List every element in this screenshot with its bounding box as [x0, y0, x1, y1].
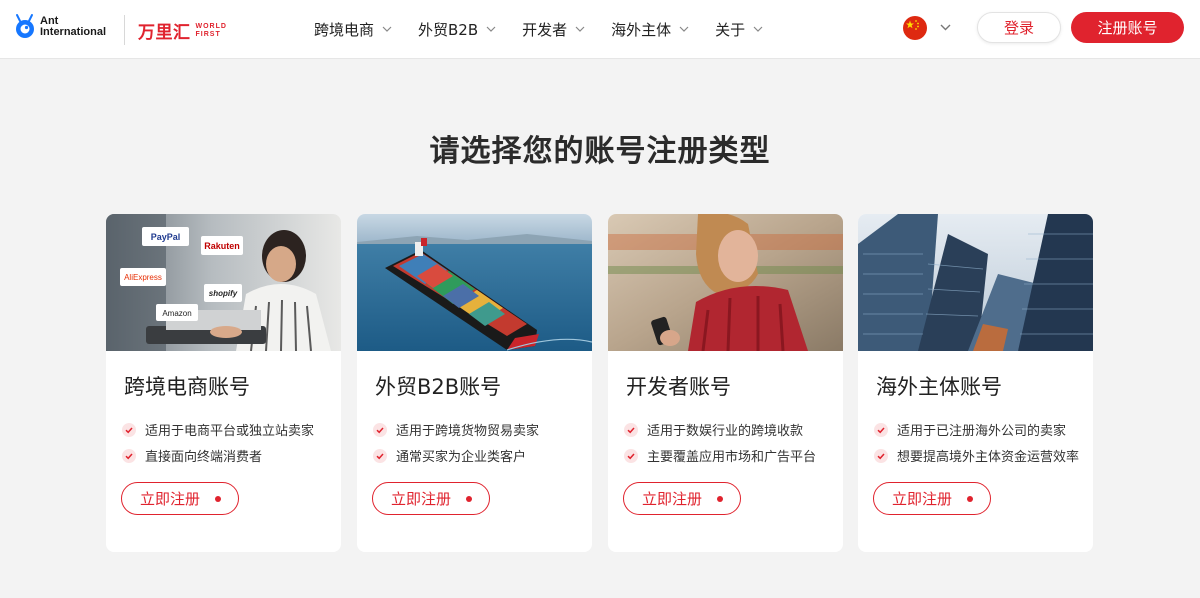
- chevron-down-icon: [679, 26, 689, 32]
- dot-icon: [466, 496, 472, 502]
- feature-item: 直接面向终端消费者: [122, 446, 262, 465]
- chevron-down-icon: [753, 26, 763, 32]
- feature-text: 直接面向终端消费者: [145, 450, 263, 465]
- nav-item-cross-border-ecommerce[interactable]: 跨境电商: [314, 19, 392, 40]
- worldfirst-en-name: WORLD FIRST: [196, 23, 227, 39]
- nav-item-overseas-entity[interactable]: 海外主体: [611, 19, 689, 40]
- logo-rakuten: Rakuten: [204, 241, 240, 251]
- ant-logo-icon: [16, 14, 34, 38]
- register-now-label: 立即注册: [642, 490, 703, 508]
- register-now-button[interactable]: 立即注册: [121, 482, 239, 515]
- ant-logo-line2: International: [40, 26, 107, 38]
- worldfirst-en-line2: FIRST: [195, 30, 221, 38]
- login-button[interactable]: 登录: [977, 12, 1061, 43]
- chevron-down-icon: [575, 26, 585, 32]
- check-icon: [122, 422, 136, 437]
- register-now-button[interactable]: 立即注册: [372, 482, 490, 515]
- chevron-down-icon: [486, 26, 496, 32]
- check-icon: [373, 422, 387, 437]
- check-icon: [624, 422, 638, 437]
- nav-item-label: 海外主体: [611, 20, 672, 39]
- feature-item: 适用于数娱行业的跨境收款: [624, 420, 803, 439]
- dot-icon: [215, 496, 221, 502]
- feature-text: 通常买家为企业类客户: [396, 450, 527, 465]
- feature-text: 适用于电商平台或独立站卖家: [145, 424, 315, 439]
- register-now-label: 立即注册: [140, 490, 201, 508]
- feature-item: 适用于跨境货物贸易卖家: [373, 420, 539, 439]
- register-now-button[interactable]: 立即注册: [623, 482, 741, 515]
- check-icon: [122, 448, 136, 463]
- card-cross-border-ecommerce[interactable]: PayPal Rakuten AliExpress shopify Amazon…: [106, 214, 341, 552]
- check-icon: [874, 448, 888, 463]
- logo-paypal: PayPal: [151, 232, 181, 242]
- cargo-ship-image: [357, 214, 592, 351]
- skyscrapers-image: [858, 214, 1093, 351]
- feature-text: 想要提高境外主体资金运营效率: [897, 450, 1080, 465]
- register-account-button[interactable]: 注册账号: [1071, 12, 1184, 43]
- language-chevron-down-icon[interactable]: [940, 24, 951, 31]
- card-title: 跨境电商账号: [124, 375, 250, 399]
- card-title: 外贸B2B账号: [375, 375, 502, 399]
- nav-item-about[interactable]: 关于: [715, 19, 763, 40]
- nav-item-label: 外贸B2B: [418, 20, 479, 39]
- check-icon: [874, 422, 888, 437]
- check-icon: [373, 448, 387, 463]
- nav-item-label: 跨境电商: [314, 20, 375, 39]
- register-now-label: 立即注册: [391, 490, 452, 508]
- card-title: 开发者账号: [626, 375, 731, 399]
- top-navigation-bar: Ant International 万里汇 WORLD FIRST 跨境电商 外…: [0, 0, 1200, 58]
- chevron-down-icon: [382, 26, 392, 32]
- logo-amazon: Amazon: [162, 309, 191, 318]
- feature-text: 适用于跨境货物贸易卖家: [396, 424, 540, 439]
- feature-text: 主要覆盖应用市场和广告平台: [647, 450, 817, 465]
- register-now-label: 立即注册: [892, 490, 953, 508]
- feature-item: 主要覆盖应用市场和广告平台: [624, 446, 816, 465]
- ant-international-logo[interactable]: Ant International: [14, 13, 106, 41]
- register-now-button[interactable]: 立即注册: [873, 482, 991, 515]
- nav-item-b2b[interactable]: 外贸B2B: [418, 19, 496, 40]
- feature-item: 适用于已注册海外公司的卖家: [874, 420, 1066, 439]
- logo-aliexpress: AliExpress: [124, 273, 162, 282]
- check-icon: [624, 448, 638, 463]
- worldfirst-logo[interactable]: 万里汇 WORLD FIRST: [138, 18, 227, 44]
- feature-item: 通常买家为企业类客户: [373, 446, 526, 465]
- nav-item-developer[interactable]: 开发者: [522, 19, 585, 40]
- ant-logo-text: Ant International: [40, 16, 106, 38]
- logo-divider: [124, 15, 125, 45]
- worldfirst-en-line1: WORLD: [195, 22, 227, 30]
- page-title: 请选择您的账号注册类型: [429, 134, 771, 169]
- phone-user-image: [608, 214, 843, 351]
- logo-shopify: shopify: [209, 289, 238, 298]
- feature-item: 想要提高境外主体资金运营效率: [874, 446, 1079, 465]
- card-overseas-entity[interactable]: 海外主体账号 适用于已注册海外公司的卖家 想要提高境外主体资金运营效率 立即注册: [858, 214, 1093, 552]
- dot-icon: [717, 496, 723, 502]
- worldfirst-cn-name: 万里汇: [138, 23, 191, 43]
- card-b2b-trade[interactable]: 外贸B2B账号 适用于跨境货物贸易卖家 通常买家为企业类客户 立即注册: [357, 214, 592, 552]
- card-title: 海外主体账号: [876, 375, 1002, 399]
- dot-icon: [967, 496, 973, 502]
- card-developer[interactable]: 开发者账号 适用于数娱行业的跨境收款 主要覆盖应用市场和广告平台 立即注册: [608, 214, 843, 552]
- main-nav: 跨境电商 外贸B2B 开发者 海外主体 关于: [314, 0, 789, 58]
- feature-text: 适用于数娱行业的跨境收款: [647, 424, 804, 439]
- ecommerce-hero-image: PayPal Rakuten AliExpress shopify Amazon: [106, 214, 341, 351]
- china-flag-icon[interactable]: [903, 16, 927, 40]
- nav-item-label: 关于: [715, 20, 746, 39]
- nav-item-label: 开发者: [522, 20, 568, 39]
- feature-text: 适用于已注册海外公司的卖家: [897, 424, 1067, 439]
- feature-item: 适用于电商平台或独立站卖家: [122, 420, 314, 439]
